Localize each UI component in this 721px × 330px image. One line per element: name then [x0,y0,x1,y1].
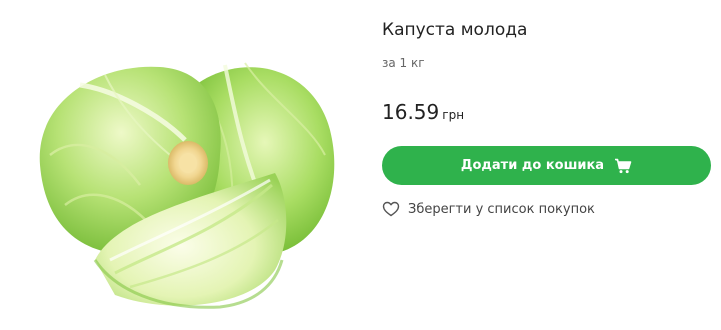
add-to-cart-button[interactable]: Додати до кошика [382,146,711,185]
product-title: Капуста молода [382,20,528,40]
price-value: 16.59 [382,100,440,124]
save-label: Зберегти у список покупок [408,201,595,217]
heart-outline-icon [382,201,400,217]
price: 16.59 грн [382,100,464,124]
product-image [20,45,350,320]
price-currency: грн [442,108,465,122]
cabbage-image [39,62,335,309]
cart-icon [614,158,632,174]
save-to-shopping-list-link[interactable]: Зберегти у список покупок [382,201,595,217]
price-unit: за 1 кг [382,56,425,70]
add-to-cart-label: Додати до кошика [460,158,605,173]
